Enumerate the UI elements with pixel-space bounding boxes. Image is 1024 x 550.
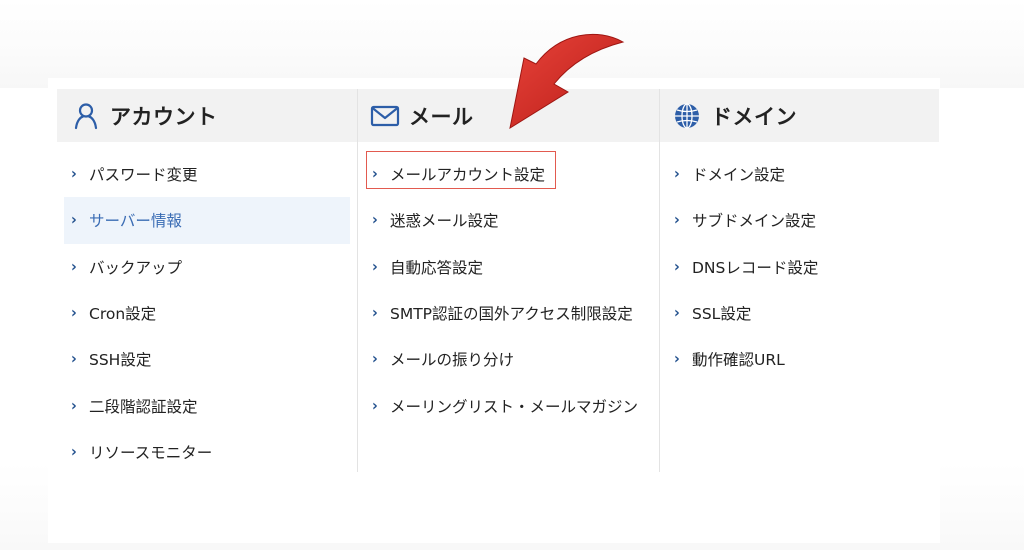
chevron-right-icon: › <box>674 165 680 183</box>
chevron-right-icon: › <box>372 304 378 322</box>
menu-item-mail-filter[interactable]: › メールの振り分け <box>358 336 659 382</box>
chevron-right-icon: › <box>674 304 680 322</box>
chevron-right-icon: › <box>71 443 77 461</box>
menu-item-label: メールの振り分け <box>390 351 515 370</box>
menu-item-two-factor-auth[interactable]: › 二段階認証設定 <box>57 382 357 428</box>
mail-menu-list: › メールアカウント設定 › 迷惑メール設定 › 自動応答設定 › SMTP認証… <box>358 142 659 429</box>
chevron-right-icon: › <box>71 350 77 369</box>
menu-item-domain-settings[interactable]: › ドメイン設定 <box>660 151 939 197</box>
menu-item-ssl-settings[interactable]: › SSL設定 <box>660 290 939 336</box>
menu-item-ssh-settings[interactable]: › SSH設定 <box>57 336 357 382</box>
menu-item-backup[interactable]: › バックアップ <box>57 244 357 290</box>
chevron-right-icon: › <box>71 396 77 415</box>
domain-menu-list: › ドメイン設定 › サブドメイン設定 › DNSレコード設定 › SSL設定 … <box>660 142 939 382</box>
menu-item-label: SSH設定 <box>89 351 152 370</box>
server-panel-menu: アカウント › パスワード変更 › サーバー情報 › バックアップ › Cron… <box>57 89 939 472</box>
mail-column-title: メール <box>409 104 474 129</box>
menu-item-label: Cron設定 <box>89 305 157 324</box>
menu-item-label: SSL設定 <box>692 305 752 324</box>
account-column: アカウント › パスワード変更 › サーバー情報 › バックアップ › Cron… <box>57 89 358 472</box>
menu-item-resource-monitor[interactable]: › リソースモニター <box>57 429 357 475</box>
menu-item-label: 迷惑メール設定 <box>390 212 499 231</box>
menu-item-password-change[interactable]: › パスワード変更 <box>57 151 357 197</box>
user-icon <box>71 101 101 131</box>
menu-item-label: 自動応答設定 <box>390 258 484 277</box>
chevron-right-icon: › <box>372 257 378 276</box>
menu-item-auto-reply-settings[interactable]: › 自動応答設定 <box>358 244 659 290</box>
chevron-right-icon: › <box>372 165 378 183</box>
background-top-band <box>0 0 1024 88</box>
domain-column-title: ドメイン <box>711 104 797 129</box>
menu-item-cron-settings[interactable]: › Cron設定 <box>57 290 357 336</box>
account-column-header: アカウント <box>57 89 357 142</box>
menu-item-label: リソースモニター <box>89 443 213 462</box>
globe-icon <box>672 101 702 131</box>
menu-item-spam-settings[interactable]: › 迷惑メール設定 <box>358 197 659 243</box>
menu-item-label: サブドメイン設定 <box>692 212 817 231</box>
chevron-right-icon: › <box>71 304 77 322</box>
mail-column-header: メール <box>358 89 659 142</box>
menu-item-label: バックアップ <box>89 258 183 277</box>
domain-column: ドメイン › ドメイン設定 › サブドメイン設定 › DNSレコード設定 › S… <box>660 89 939 472</box>
menu-item-label: SMTP認証の国外アクセス制限設定 <box>390 305 633 324</box>
menu-item-label: 動作確認URL <box>692 351 785 370</box>
menu-item-test-url[interactable]: › 動作確認URL <box>660 336 939 382</box>
menu-item-label: パスワード変更 <box>89 166 198 185</box>
menu-item-smtp-foreign-access[interactable]: › SMTP認証の国外アクセス制限設定 <box>358 290 659 336</box>
chevron-right-icon: › <box>372 211 378 230</box>
menu-item-label: DNSレコード設定 <box>692 258 819 277</box>
menu-item-label: メーリングリスト・メールマガジン <box>390 397 639 416</box>
chevron-right-icon: › <box>71 165 77 183</box>
menu-item-label: サーバー情報 <box>89 212 182 231</box>
chevron-right-icon: › <box>71 257 77 276</box>
menu-item-dns-record-settings[interactable]: › DNSレコード設定 <box>660 244 939 290</box>
chevron-right-icon: › <box>372 396 378 415</box>
mail-column: メール › メールアカウント設定 › 迷惑メール設定 › 自動応答設定 › SM… <box>358 89 660 472</box>
mail-icon <box>370 101 400 131</box>
account-column-title: アカウント <box>110 104 218 129</box>
menu-item-label: メールアカウント設定 <box>390 166 546 185</box>
chevron-right-icon: › <box>372 350 378 369</box>
chevron-right-icon: › <box>674 257 680 276</box>
chevron-right-icon: › <box>674 350 680 369</box>
menu-item-server-info[interactable]: › サーバー情報 <box>64 197 350 244</box>
domain-column-header: ドメイン <box>660 89 939 142</box>
menu-item-label: ドメイン設定 <box>692 166 786 185</box>
chevron-right-icon: › <box>71 211 77 230</box>
menu-item-subdomain-settings[interactable]: › サブドメイン設定 <box>660 197 939 243</box>
account-menu-list: › パスワード変更 › サーバー情報 › バックアップ › Cron設定 › S… <box>57 142 357 475</box>
menu-item-mailing-list[interactable]: › メーリングリスト・メールマガジン <box>358 382 659 428</box>
chevron-right-icon: › <box>674 211 680 230</box>
menu-item-label: 二段階認証設定 <box>89 397 198 416</box>
menu-item-mail-account-settings[interactable]: › メールアカウント設定 <box>358 151 659 197</box>
